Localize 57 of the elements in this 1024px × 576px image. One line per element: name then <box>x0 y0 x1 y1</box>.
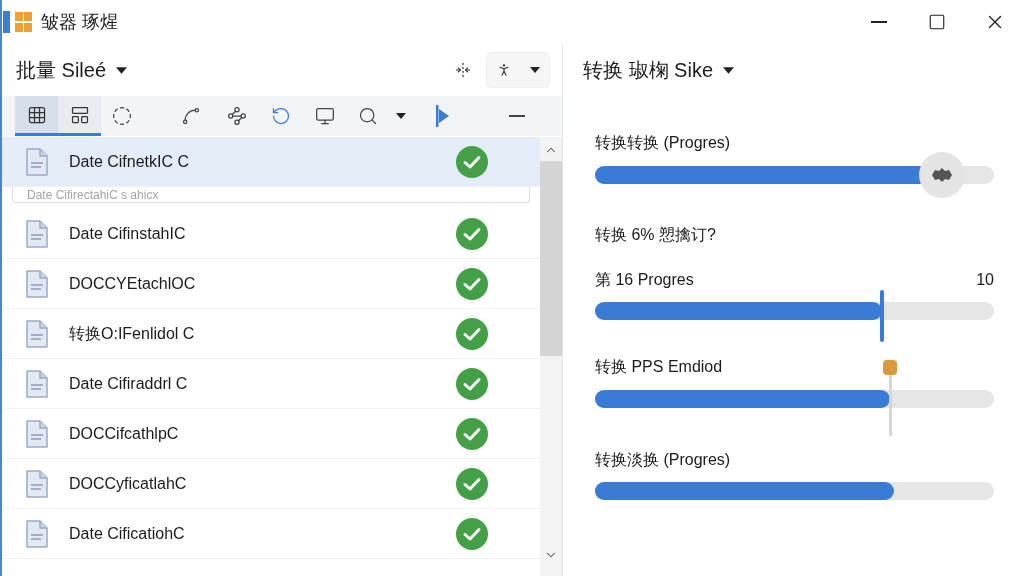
file-name: 转换O:IFenlidol C <box>69 323 195 344</box>
rotate-icon <box>271 106 291 126</box>
drag-preview-label: Date CifirectahiC s ahicx <box>27 187 159 202</box>
section-heading: 转换 6% 愬擒订? <box>595 226 716 244</box>
document-icon <box>26 419 48 448</box>
file-name: Date CificatiohC <box>69 523 185 544</box>
maximize-icon <box>928 13 946 31</box>
window-title: 皱器 琢煋 <box>41 10 118 34</box>
caret-icon <box>396 113 406 119</box>
slider-track[interactable] <box>595 390 994 408</box>
grip-icon <box>931 167 954 183</box>
file-name: Date CifnetkIC C <box>69 151 190 172</box>
file-name: DOCCyficatlahC <box>69 473 187 494</box>
document-icon <box>26 319 48 348</box>
view-toggle-button[interactable] <box>15 96 58 133</box>
batch-dropdown[interactable]: 批量 Sileé <box>16 55 128 85</box>
document-icon <box>26 269 48 298</box>
file-name: DOCCYEtachlOC <box>69 273 196 294</box>
scrollbar[interactable] <box>540 137 562 576</box>
caret-icon <box>530 67 540 73</box>
figure-icon <box>496 62 512 78</box>
figure-dropdown[interactable] <box>486 52 550 88</box>
arrows-icon <box>455 62 471 78</box>
convert-dropdown[interactable]: 转换 琡椈 Sike <box>583 55 735 85</box>
network-icon <box>227 106 247 126</box>
document-icon <box>26 469 48 498</box>
file-name: Date Cifiraddrl C <box>69 373 188 394</box>
caret-icon <box>116 66 128 74</box>
slider-label: 第 16 Progres <box>595 271 694 289</box>
document-icon <box>26 519 48 548</box>
document-icon <box>26 147 48 176</box>
minimize-icon <box>871 21 887 23</box>
progress-label: 转换淡换 (Progres) <box>595 451 731 469</box>
app-logo-icon <box>3 11 33 33</box>
dashed-circle-icon <box>112 106 132 126</box>
document-icon <box>26 369 48 398</box>
slider-thumb[interactable] <box>880 290 885 342</box>
caret-icon <box>723 66 735 74</box>
file-name: DOCCifcathlpC <box>69 423 179 444</box>
slider-label: 转换转换 (Progres) <box>595 134 731 152</box>
search-icon <box>358 106 378 126</box>
file-row[interactable]: Date CifnetkIC C <box>2 137 540 187</box>
file-name: Date CifinstahIC <box>69 223 186 244</box>
minus-icon <box>508 115 526 117</box>
curve-nodes-icon <box>181 106 201 126</box>
slider-value: 10 <box>976 271 994 289</box>
document-icon <box>26 219 48 248</box>
slider-track[interactable] <box>595 152 994 198</box>
slider-label: 转换 PPS Emdiod <box>595 358 723 376</box>
scrollbar-thumb[interactable] <box>540 161 562 356</box>
play-marker-icon <box>436 105 450 127</box>
slider-track[interactable] <box>595 290 994 342</box>
slider-thumb[interactable] <box>919 152 966 198</box>
grid-icon <box>26 104 47 125</box>
position-marker[interactable] <box>883 360 898 436</box>
monitor-icon <box>315 106 335 126</box>
layout-icon <box>69 104 90 125</box>
